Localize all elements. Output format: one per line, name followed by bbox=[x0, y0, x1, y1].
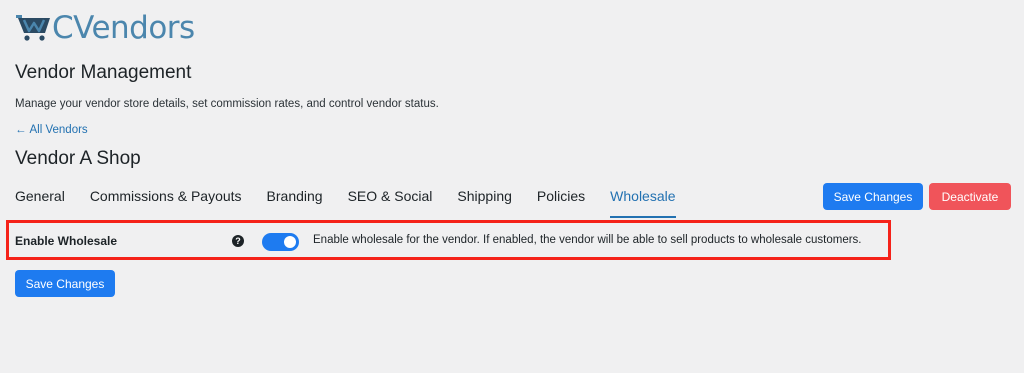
page-title: Vendor Management bbox=[15, 62, 192, 83]
save-changes-bottom-button[interactable]: Save Changes bbox=[15, 270, 115, 297]
tab-shipping[interactable]: Shipping bbox=[457, 182, 512, 216]
tab-policies[interactable]: Policies bbox=[537, 182, 585, 216]
all-vendors-link[interactable]: ← All Vendors bbox=[15, 124, 88, 136]
enable-wholesale-label: Enable Wholesale bbox=[15, 234, 118, 248]
tab-seo-social[interactable]: SEO & Social bbox=[348, 182, 433, 216]
wcvendors-logo: CVendors bbox=[14, 8, 195, 48]
deactivate-button[interactable]: Deactivate bbox=[929, 183, 1011, 210]
toggle-knob bbox=[284, 236, 296, 248]
vendor-title: Vendor A Shop bbox=[15, 148, 141, 169]
tab-wholesale[interactable]: Wholesale bbox=[610, 182, 676, 218]
enable-wholesale-toggle[interactable] bbox=[262, 233, 299, 251]
page-description: Manage your vendor store details, set co… bbox=[15, 98, 439, 110]
cart-w-icon bbox=[16, 15, 50, 41]
all-vendors-label: All Vendors bbox=[29, 124, 88, 136]
tab-commissions-payouts[interactable]: Commissions & Payouts bbox=[90, 182, 242, 216]
tab-branding[interactable]: Branding bbox=[267, 182, 323, 216]
logo-text: CVendors bbox=[52, 10, 195, 46]
tab-general[interactable]: General bbox=[15, 182, 65, 216]
enable-wholesale-description: Enable wholesale for the vendor. If enab… bbox=[313, 234, 862, 246]
back-arrow-icon: ← bbox=[15, 124, 27, 136]
save-changes-button[interactable]: Save Changes bbox=[823, 183, 923, 210]
tab-bar: General Commissions & Payouts Branding S… bbox=[15, 182, 701, 218]
help-icon[interactable]: ? bbox=[232, 235, 244, 247]
